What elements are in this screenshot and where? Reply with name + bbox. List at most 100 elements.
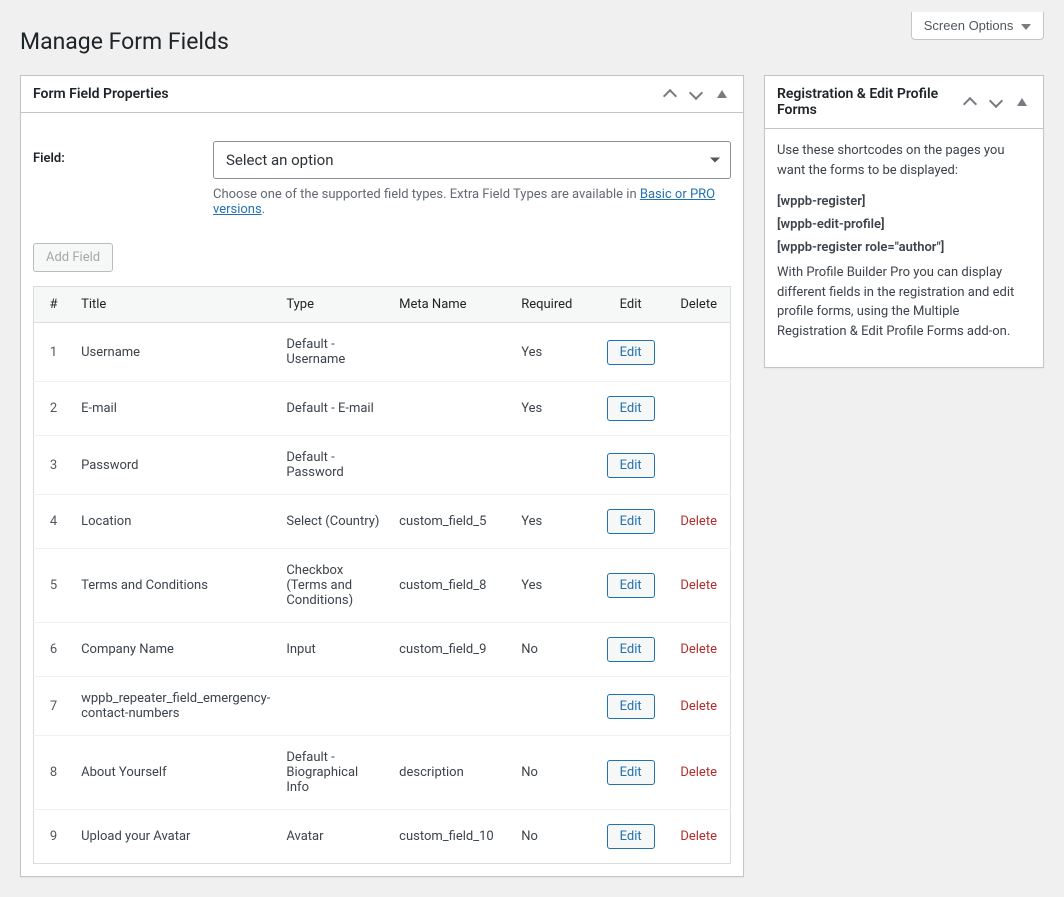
table-row: 6Company NameInputcustom_field_9NoEditDe… [34, 623, 731, 677]
sidebar-move-down-icon[interactable] [983, 88, 1009, 116]
row-title: Location [73, 495, 278, 549]
row-type: Input [278, 623, 391, 677]
shortcode: [wppb-register] [777, 194, 1031, 209]
row-meta: custom_field_10 [391, 810, 513, 864]
row-num: 6 [34, 623, 74, 677]
shortcode: [wppb-register role="author"] [777, 240, 1031, 255]
col-type: Type [278, 287, 391, 323]
shortcode: [wppb-edit-profile] [777, 217, 1031, 232]
delete-link[interactable]: Delete [680, 514, 717, 529]
sidebar-move-up-icon[interactable] [957, 88, 983, 116]
panel-move-down-icon[interactable] [683, 80, 709, 108]
row-meta [391, 323, 513, 382]
delete-link[interactable]: Delete [680, 699, 717, 714]
field-description: Choose one of the supported field types.… [213, 187, 731, 217]
table-row: 9Upload your AvatarAvatarcustom_field_10… [34, 810, 731, 864]
row-required: Yes [513, 495, 594, 549]
panel-move-up-icon[interactable] [657, 80, 683, 108]
edit-button[interactable]: Edit [607, 340, 655, 365]
sidebar-toggle-icon[interactable] [1009, 88, 1035, 116]
row-num: 8 [34, 736, 74, 810]
row-title: Upload your Avatar [73, 810, 278, 864]
row-type: Default - Biographical Info [278, 736, 391, 810]
row-meta [391, 436, 513, 495]
row-num: 4 [34, 495, 74, 549]
delete-link[interactable]: Delete [680, 642, 717, 657]
chevron-down-icon [1021, 24, 1031, 30]
row-type [278, 677, 391, 736]
row-required [513, 436, 594, 495]
col-meta: Meta Name [391, 287, 513, 323]
row-num: 9 [34, 810, 74, 864]
row-meta: custom_field_5 [391, 495, 513, 549]
table-row: 5Terms and ConditionsCheckbox (Terms and… [34, 549, 731, 623]
row-type: Default - Password [278, 436, 391, 495]
col-edit: Edit [594, 287, 667, 323]
row-title: wppb_repeater_field_emergency-contact-nu… [73, 677, 278, 736]
form-field-properties-panel: Form Field Properties Field: Select an o… [20, 75, 744, 877]
table-row: 2E-mailDefault - E-mail Yes Edit [34, 382, 731, 436]
registration-forms-panel: Registration & Edit Profile Forms Use th… [764, 75, 1044, 368]
row-num: 7 [34, 677, 74, 736]
edit-button[interactable]: Edit [607, 396, 655, 421]
table-row: 4LocationSelect (Country)custom_field_5Y… [34, 495, 731, 549]
table-row: 3PasswordDefault - Password Edit [34, 436, 731, 495]
row-required: Yes [513, 382, 594, 436]
page-title: Manage Form Fields [20, 28, 1044, 55]
row-meta [391, 677, 513, 736]
fields-table: # Title Type Meta Name Required Edit Del… [33, 286, 731, 864]
sidebar-intro: Use these shortcodes on the pages you wa… [777, 141, 1031, 180]
row-type: Select (Country) [278, 495, 391, 549]
col-delete: Delete [667, 287, 730, 323]
screen-options-button[interactable]: Screen Options [911, 12, 1044, 40]
sidebar-outro: With Profile Builder Pro you can display… [777, 263, 1031, 341]
table-row: 8About YourselfDefault - Biographical In… [34, 736, 731, 810]
row-type: Default - E-mail [278, 382, 391, 436]
panel-toggle-icon[interactable] [709, 80, 735, 108]
row-title: E-mail [73, 382, 278, 436]
row-meta: custom_field_9 [391, 623, 513, 677]
row-meta: description [391, 736, 513, 810]
row-type: Default - Username [278, 323, 391, 382]
edit-button[interactable]: Edit [607, 453, 655, 478]
row-type: Avatar [278, 810, 391, 864]
row-title: About Yourself [73, 736, 278, 810]
row-num: 5 [34, 549, 74, 623]
delete-link[interactable]: Delete [680, 765, 717, 780]
col-num: # [34, 287, 74, 323]
row-required: Yes [513, 549, 594, 623]
edit-button[interactable]: Edit [607, 694, 655, 719]
row-meta: custom_field_8 [391, 549, 513, 623]
row-meta [391, 382, 513, 436]
edit-button[interactable]: Edit [607, 573, 655, 598]
row-num: 3 [34, 436, 74, 495]
edit-button[interactable]: Edit [607, 760, 655, 785]
delete-link[interactable]: Delete [680, 578, 717, 593]
edit-button[interactable]: Edit [607, 637, 655, 662]
col-required: Required [513, 287, 594, 323]
row-required: No [513, 736, 594, 810]
row-required: Yes [513, 323, 594, 382]
row-required: No [513, 623, 594, 677]
row-type: Checkbox (Terms and Conditions) [278, 549, 391, 623]
col-title: Title [73, 287, 278, 323]
edit-button[interactable]: Edit [607, 509, 655, 534]
select-placeholder: Select an option [226, 151, 333, 169]
sidebar-title: Registration & Edit Profile Forms [765, 76, 957, 128]
row-required [513, 677, 594, 736]
edit-button[interactable]: Edit [607, 824, 655, 849]
row-title: Password [73, 436, 278, 495]
delete-link[interactable]: Delete [680, 829, 717, 844]
field-type-select[interactable]: Select an option [213, 141, 731, 179]
row-title: Username [73, 323, 278, 382]
table-row: 1UsernameDefault - Username Yes Edit [34, 323, 731, 382]
row-num: 1 [34, 323, 74, 382]
row-required: No [513, 810, 594, 864]
panel-title: Form Field Properties [21, 76, 657, 112]
row-num: 2 [34, 382, 74, 436]
row-title: Terms and Conditions [73, 549, 278, 623]
field-label: Field: [33, 141, 213, 217]
add-field-button[interactable]: Add Field [33, 243, 113, 272]
table-row: 7wppb_repeater_field_emergency-contact-n… [34, 677, 731, 736]
dropdown-caret-icon [710, 158, 720, 163]
